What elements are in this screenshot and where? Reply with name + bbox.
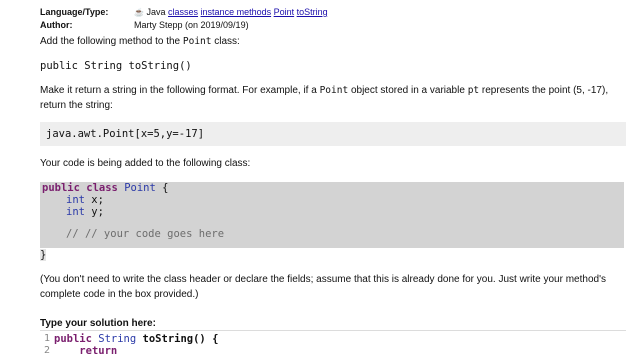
- example-output-box: java.awt.Point[x=5,y=-17]: [40, 122, 626, 146]
- keyword-class: class: [86, 182, 118, 194]
- keyword-return: return: [79, 345, 118, 357]
- instruction-text: Make it return a string in the following…: [40, 85, 320, 96]
- field-x-line: int x;: [66, 194, 104, 206]
- format-instruction: Make it return a string in the following…: [40, 83, 608, 113]
- author-value: Marty Stepp (on 2019/09/19): [134, 20, 249, 30]
- tag-link-classes[interactable]: classes: [168, 7, 198, 17]
- type-int: int: [66, 194, 85, 206]
- language-label: Language/Type:: [40, 7, 109, 17]
- author-label: Author:: [40, 20, 73, 30]
- instruction-text: represents the point (5, -17),: [479, 85, 609, 96]
- method-decl: toString() {: [142, 333, 219, 345]
- note-line-1: (You don't need to write the class heade…: [40, 274, 606, 285]
- field-x: x;: [91, 194, 104, 206]
- add-method-instruction: Add the following method to the Point cl…: [40, 34, 240, 49]
- instruction-text: object stored in a variable: [348, 85, 468, 96]
- field-y: y;: [91, 206, 104, 218]
- note-text: (You don't need to write the class heade…: [40, 272, 606, 302]
- class-intro-text: Your code is being added to the followin…: [40, 158, 251, 169]
- method-signature: public String toString(): [40, 60, 192, 72]
- format-line-1: Make it return a string in the following…: [40, 83, 608, 98]
- inline-code-point: Point: [319, 85, 349, 96]
- open-brace: {: [162, 182, 169, 194]
- instruction-text: class:: [211, 36, 240, 47]
- note-line-2: complete code in the box provided.): [40, 289, 199, 300]
- editor-line-2[interactable]: return: [54, 345, 117, 357]
- type-int: int: [66, 206, 85, 218]
- close-brace: }: [40, 249, 47, 261]
- editor-line-1[interactable]: public String toString() {: [54, 333, 218, 345]
- tag-link-instance-methods[interactable]: instance methods: [201, 7, 272, 17]
- language-value: ☕ Java classes instance methods Point to…: [134, 6, 328, 19]
- example-output: java.awt.Point[x=5,y=-17]: [46, 128, 205, 140]
- keyword-public: public: [54, 333, 92, 345]
- solution-editor[interactable]: 1 2 public String toString() { return: [40, 330, 626, 361]
- class-header-line: public class Point {: [42, 182, 168, 194]
- class-code-block: public class Point { int x; int y; // //…: [40, 182, 624, 248]
- line-number-gutter: 1 2: [40, 333, 50, 357]
- tag-link-point[interactable]: Point: [274, 7, 295, 17]
- line-number: 2: [43, 345, 50, 356]
- solution-label: Type your solution here:: [40, 318, 156, 329]
- language-name: Java: [146, 7, 166, 17]
- field-y-line: int y;: [66, 206, 104, 218]
- java-icon: ☕: [134, 8, 144, 17]
- class-name: Point: [124, 182, 156, 194]
- inline-code-point: Point: [182, 36, 212, 47]
- format-line-2: return the string:: [40, 100, 113, 111]
- tag-link-tostring[interactable]: toString: [297, 7, 328, 17]
- keyword-public: public: [42, 182, 80, 194]
- type-string: String: [98, 333, 137, 345]
- line-number: 1: [43, 333, 50, 344]
- inline-code-pt: pt: [467, 85, 480, 96]
- placeholder-comment: // // your code goes here: [66, 228, 225, 240]
- instruction-text: Add the following method to the: [40, 36, 183, 47]
- problem-metadata: Language/Type: ☕ Java classes instance m…: [40, 6, 328, 31]
